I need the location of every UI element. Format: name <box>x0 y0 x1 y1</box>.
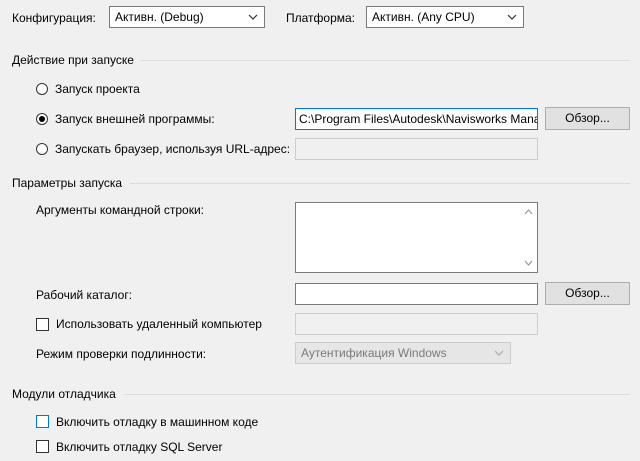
working-directory-input[interactable] <box>295 283 538 305</box>
radio-start-project-label[interactable]: Запуск проекта <box>55 82 140 96</box>
scroll-up-icon[interactable] <box>524 209 533 215</box>
scroll-down-icon[interactable] <box>524 260 533 266</box>
radio-start-browser[interactable] <box>36 143 48 155</box>
platform-combo[interactable]: Активн. (Any CPU) <box>366 6 524 28</box>
configuration-label: Конфигурация: <box>12 11 96 25</box>
chevron-down-icon <box>248 14 258 20</box>
debuggers-section-title: Модули отладчика <box>12 387 116 401</box>
remote-machine-checkbox[interactable] <box>36 318 49 331</box>
section-divider <box>124 394 630 395</box>
radio-start-external-label[interactable]: Запуск внешней программы: <box>55 112 215 126</box>
section-divider <box>130 183 630 184</box>
platform-label: Платформа: <box>286 11 356 25</box>
configuration-value: Активн. (Debug) <box>115 10 204 24</box>
platform-value: Активн. (Any CPU) <box>372 10 475 24</box>
sql-debug-label[interactable]: Включить отладку SQL Server <box>56 440 222 454</box>
command-args-textarea[interactable] <box>295 202 538 273</box>
browse-workdir-button[interactable]: Обзор... <box>545 282 630 305</box>
command-args-label: Аргументы командной строки: <box>36 203 205 217</box>
start-action-section-title: Действие при запуске <box>12 53 134 67</box>
chevron-down-icon <box>507 14 517 20</box>
auth-mode-combo[interactable]: Аутентификация Windows <box>295 342 511 364</box>
remote-machine-input[interactable] <box>295 313 538 335</box>
section-divider <box>140 60 630 61</box>
radio-start-project[interactable] <box>36 83 48 95</box>
auth-mode-label: Режим проверки подлинности: <box>36 347 207 361</box>
start-options-section-title: Параметры запуска <box>12 176 123 190</box>
auth-mode-value: Аутентификация Windows <box>301 346 447 360</box>
radio-start-browser-label[interactable]: Запускать браузер, используя URL-адрес: <box>55 142 290 156</box>
configuration-combo[interactable]: Активн. (Debug) <box>109 6 265 28</box>
working-directory-label: Рабочий каталог: <box>36 288 133 302</box>
radio-start-external[interactable] <box>36 113 48 125</box>
native-debug-checkbox[interactable] <box>36 415 49 428</box>
browser-url-input[interactable] <box>295 138 538 160</box>
native-debug-label[interactable]: Включить отладку в машинном коде <box>56 415 258 429</box>
browse-external-button[interactable]: Обзор... <box>545 107 630 130</box>
chevron-down-icon <box>494 350 504 356</box>
remote-machine-label[interactable]: Использовать удаленный компьютер <box>56 317 262 331</box>
external-program-path-input[interactable]: C:\Program Files\Autodesk\Navisworks Man… <box>295 108 538 130</box>
sql-debug-checkbox[interactable] <box>36 440 49 453</box>
external-program-path-value: C:\Program Files\Autodesk\Navisworks Man… <box>299 112 538 126</box>
